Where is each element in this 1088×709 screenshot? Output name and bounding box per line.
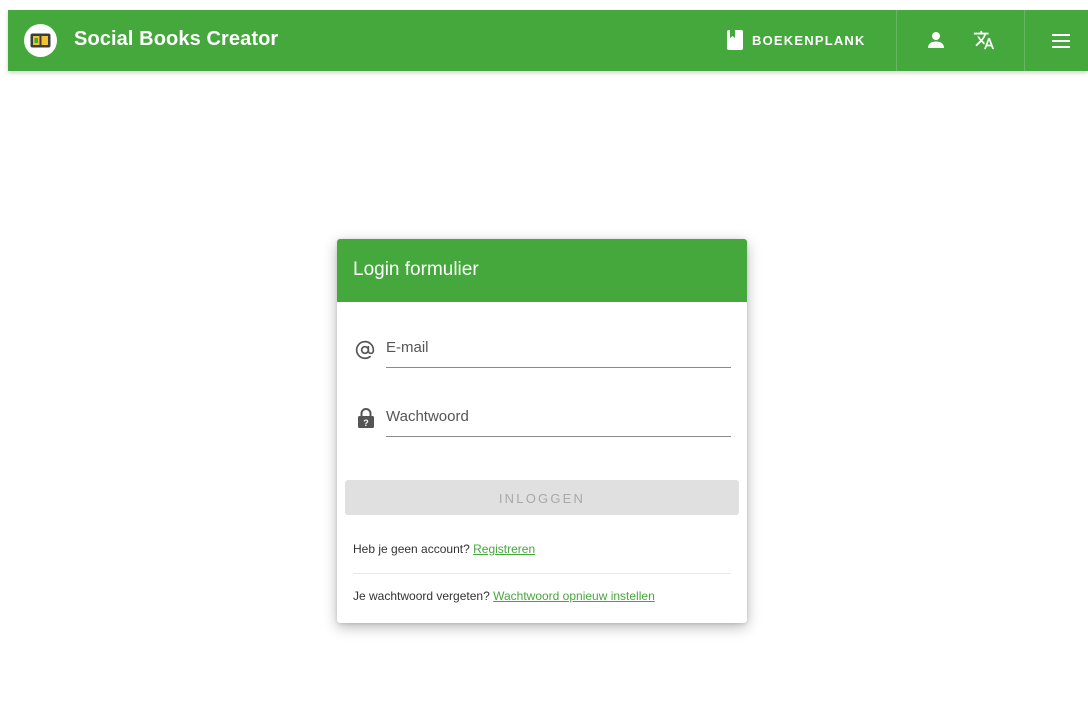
forgot-password-text: Je wachtwoord vergeten? xyxy=(353,589,490,603)
menu-button[interactable] xyxy=(1032,10,1088,71)
translate-icon xyxy=(973,30,995,50)
email-input[interactable] xyxy=(386,335,726,359)
email-field[interactable] xyxy=(386,327,731,368)
language-button[interactable] xyxy=(956,10,1012,71)
login-card: Login formulier ? INLOGGEN Heb je geen a… xyxy=(337,239,747,623)
register-link[interactable]: Registreren xyxy=(473,542,535,556)
reset-password-link[interactable]: Wachtwoord opnieuw instellen xyxy=(493,589,655,603)
login-form-title: Login formulier xyxy=(353,259,479,280)
book-logo-icon[interactable] xyxy=(24,24,57,57)
password-input[interactable] xyxy=(386,404,726,428)
menu-icon xyxy=(1052,34,1070,48)
register-line: Heb je geen account? Registreren xyxy=(353,542,535,556)
appbar-divider xyxy=(1024,10,1025,71)
no-account-text: Heb je geen account? xyxy=(353,542,470,556)
bookshelf-label: BOEKENPLANK xyxy=(752,33,866,48)
login-button[interactable]: INLOGGEN xyxy=(345,480,739,515)
svg-text:?: ? xyxy=(363,418,369,428)
lock-icon: ? xyxy=(358,408,374,428)
at-sign-icon xyxy=(355,340,375,360)
password-field[interactable] xyxy=(386,396,731,437)
divider xyxy=(353,573,731,574)
bookshelf-icon xyxy=(727,30,743,50)
forgot-password-line: Je wachtwoord vergeten? Wachtwoord opnie… xyxy=(353,589,655,603)
appbar-divider xyxy=(896,10,897,71)
login-card-header: Login formulier xyxy=(337,239,747,302)
app-bar: Social Books Creator BOEKENPLANK xyxy=(8,10,1088,71)
app-window: Social Books Creator BOEKENPLANK Login f… xyxy=(8,10,1088,709)
user-icon xyxy=(928,32,944,48)
bookshelf-button[interactable]: BOEKENPLANK xyxy=(714,10,896,71)
app-title[interactable]: Social Books Creator xyxy=(74,28,278,51)
